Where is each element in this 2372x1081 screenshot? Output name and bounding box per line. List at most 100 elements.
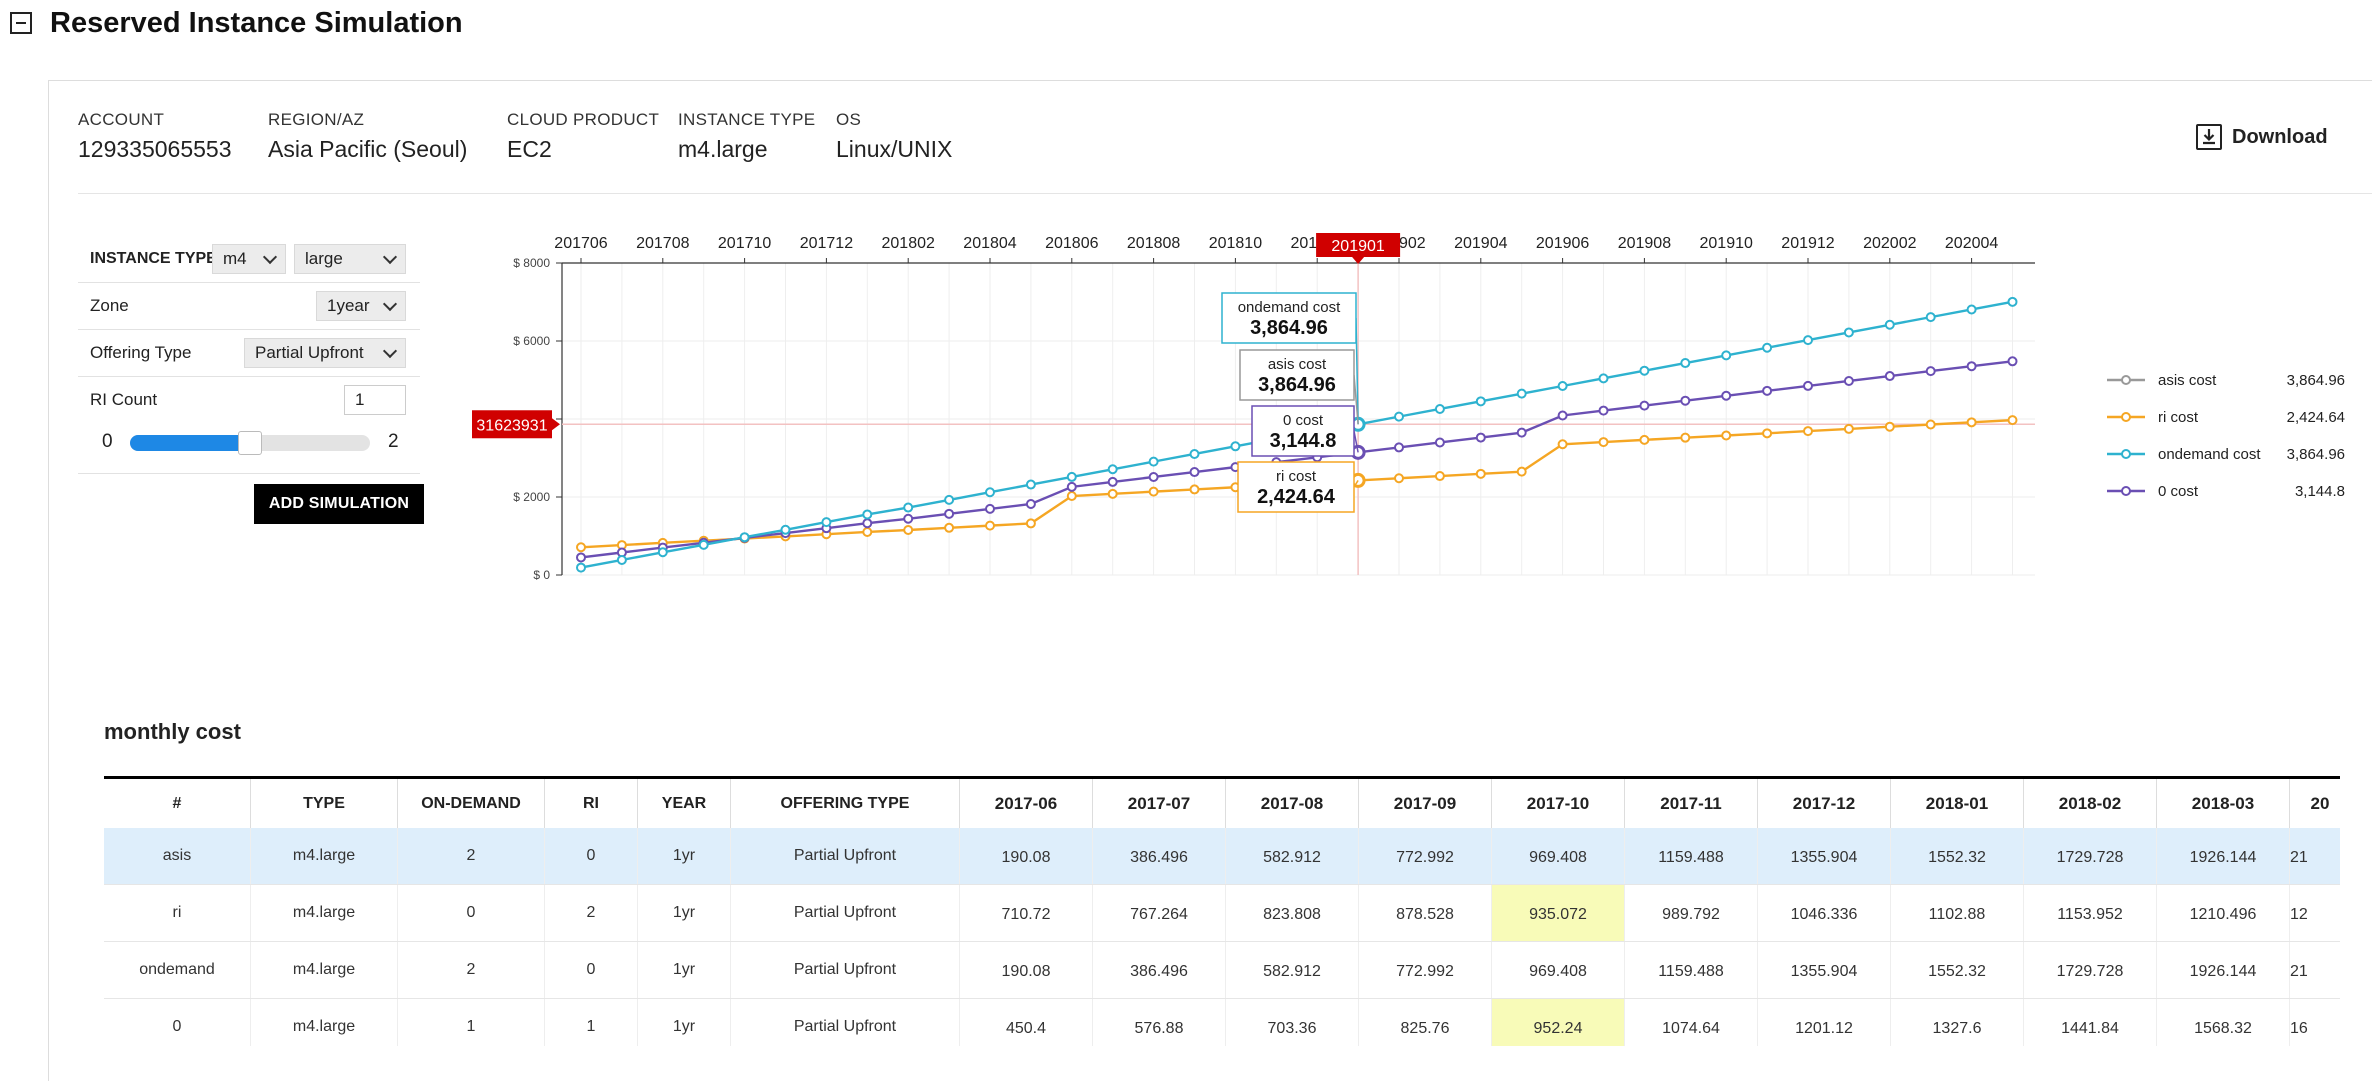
data-point-zero xyxy=(1925,366,1936,377)
legend-marker-ondemand[interactable] xyxy=(2121,449,2131,459)
data-point-zero xyxy=(1189,467,1200,478)
data-point-ri xyxy=(1598,437,1609,448)
data-point-ondemand xyxy=(1189,448,1200,459)
x-tick-label: 201706 xyxy=(554,235,607,252)
tooltip-value: 2,424.64 xyxy=(1257,486,1336,508)
column-header[interactable]: 2018-03 xyxy=(2156,776,2290,828)
data-point-ondemand xyxy=(944,494,955,505)
column-header[interactable]: ON-DEMAND xyxy=(397,776,545,828)
column-header[interactable]: YEAR xyxy=(637,776,731,828)
data-point-ri xyxy=(1066,491,1077,502)
tooltip-value: 3,864.96 xyxy=(1250,317,1328,339)
data-point-zero xyxy=(1475,432,1486,443)
data-point-ondemand xyxy=(1557,381,1568,392)
table-cell: ri xyxy=(104,884,251,942)
table-cell: 2 xyxy=(397,828,545,885)
column-header[interactable]: TYPE xyxy=(250,776,398,828)
table-cell: m4.large xyxy=(250,998,398,1046)
data-point-ondemand xyxy=(1516,388,1527,399)
table-cell-month: 582.912 xyxy=(1225,828,1359,885)
data-point-ri xyxy=(1762,428,1773,439)
data-point-ondemand xyxy=(985,487,995,498)
data-point-ondemand xyxy=(1230,441,1241,452)
legend-label: ondemand cost xyxy=(2158,446,2261,463)
column-header[interactable]: 2017-09 xyxy=(1358,776,1492,828)
data-point-ondemand xyxy=(821,517,832,528)
x-tick-label: 201906 xyxy=(1536,235,1589,252)
column-header[interactable]: 2017-12 xyxy=(1757,776,1891,828)
tooltip-series: ondemand cost xyxy=(1238,299,1341,316)
table-cell-month: 576.88 xyxy=(1092,998,1226,1046)
data-point-zero xyxy=(862,518,873,529)
column-header[interactable]: 2017-08 xyxy=(1225,776,1359,828)
monthly-cost-table-wrap: # TYPE ON-DEMAND RI YEAR OFFERING TYPE 2017-06… xyxy=(104,776,2340,1046)
data-point-ondemand xyxy=(1680,358,1691,369)
data-point-ri xyxy=(1394,473,1404,484)
data-point-ri xyxy=(2007,415,2018,426)
column-header[interactable]: 2017-07 xyxy=(1092,776,1226,828)
data-point-zero xyxy=(1966,361,1977,372)
x-tick-label: 201910 xyxy=(1700,235,1753,252)
legend-label: asis cost xyxy=(2158,372,2217,389)
data-point-ondemand xyxy=(1803,335,1813,346)
table-cell: m4.large xyxy=(250,828,398,885)
data-point-zero xyxy=(903,513,914,524)
data-point-zero xyxy=(1107,476,1118,487)
table-cell-month: 878.528 xyxy=(1358,884,1492,942)
column-header[interactable]: RI xyxy=(544,776,638,828)
x-tick-label: 202002 xyxy=(1863,235,1916,252)
data-point-zero xyxy=(1639,400,1650,411)
column-header[interactable]: 2018-01 xyxy=(1890,776,2024,828)
data-point-zero xyxy=(1025,498,1036,509)
table-cell: Partial Upfront xyxy=(730,884,960,942)
tooltip-series: 0 cost xyxy=(1283,412,1324,429)
legend-marker-asis[interactable] xyxy=(2121,375,2131,385)
column-header[interactable]: # xyxy=(104,776,251,828)
tooltip-value: 3,144.8 xyxy=(1270,430,1337,452)
data-point-ondemand xyxy=(1639,365,1650,376)
table-cell-month: 1153.952 xyxy=(2023,884,2157,942)
table-cell-month: 710.72 xyxy=(959,884,1093,942)
y-tick-label: $ 2000 xyxy=(513,490,550,504)
data-point-ri xyxy=(576,542,586,553)
data-point-zero xyxy=(1066,481,1077,492)
data-point-ondemand xyxy=(1025,479,1036,490)
monthly-cost-title: monthly cost xyxy=(104,719,241,744)
column-header[interactable]: 2017-06 xyxy=(959,776,1093,828)
table-row[interactable]: ondemand m4.large 2 0 1yr Partial Upfront 190.… xyxy=(104,941,2340,999)
table-cell: 0 xyxy=(544,828,638,885)
data-point-zero xyxy=(1394,442,1404,453)
table-cell-month: 582.912 xyxy=(1225,941,1359,999)
table-cell-month: 1355.904 xyxy=(1757,828,1891,885)
data-point-ri xyxy=(862,526,873,537)
table-cell-month: 1729.728 xyxy=(2023,941,2157,999)
data-point-ondemand xyxy=(1762,342,1773,353)
data-point-ondemand xyxy=(1966,304,1977,315)
data-point-ri xyxy=(1025,518,1036,529)
column-header[interactable]: 20 xyxy=(2289,776,2340,828)
tooltip-value: 3,864.96 xyxy=(1258,374,1336,396)
data-point-zero xyxy=(944,508,955,519)
legend-marker-zero[interactable] xyxy=(2121,486,2131,496)
table-cell: 0 xyxy=(397,884,545,942)
column-header[interactable]: 2018-02 xyxy=(2023,776,2157,828)
table-cell: 1 xyxy=(397,998,545,1046)
data-point-zero xyxy=(1434,437,1445,448)
data-point-ondemand xyxy=(2007,296,2018,307)
column-header[interactable]: OFFERING TYPE xyxy=(730,776,960,828)
data-point-zero xyxy=(1843,375,1854,386)
column-header[interactable]: 2017-10 xyxy=(1491,776,1625,828)
table-cell: 0 xyxy=(544,941,638,999)
table-cell-month: 1327.6 xyxy=(1890,998,2024,1046)
data-point-zero xyxy=(1721,390,1732,401)
column-header[interactable]: 2017-11 xyxy=(1624,776,1758,828)
data-point-zero xyxy=(2007,356,2018,367)
reference-badge-arrow xyxy=(552,418,560,431)
table-cell-month: 1074.64 xyxy=(1624,998,1758,1046)
legend-marker-ri[interactable] xyxy=(2121,412,2131,422)
x-tick-label: 201810 xyxy=(1209,235,1262,252)
table-cell-month: 1046.336 xyxy=(1757,884,1891,942)
table-row[interactable]: asis m4.large 2 0 1yr Partial Upfront 190.08 38… xyxy=(104,828,2340,885)
table-row[interactable]: ri m4.large 0 2 1yr Partial Upfront 710.72 767.… xyxy=(104,884,2340,942)
table-row[interactable]: 0 m4.large 1 1 1yr Partial Upfront 450.4 576.88… xyxy=(104,998,2340,1046)
